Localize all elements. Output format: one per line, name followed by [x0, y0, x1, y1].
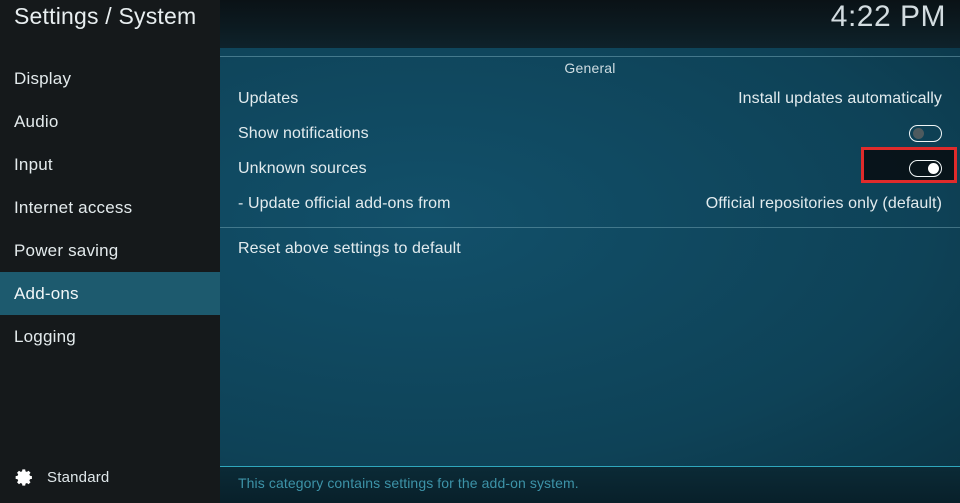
category-description: This category contains settings for the …	[238, 475, 579, 491]
setting-value: Install updates automatically	[738, 89, 942, 107]
sidebar-item-label: Logging	[14, 326, 76, 346]
sidebar-item-display[interactable]: Display	[0, 57, 220, 100]
setting-value: Official repositories only (default)	[705, 194, 942, 212]
kodi-settings-window: Settings / System 4:22 PM Display Audio …	[0, 0, 960, 503]
setting-label: Unknown sources	[238, 159, 367, 177]
settings-group-divider	[220, 227, 960, 228]
settings-rows: Updates Install updates automatically Sh…	[220, 81, 960, 266]
sidebar-item-label: Add-ons	[14, 283, 79, 303]
sidebar-item-label: Display	[14, 68, 72, 88]
toggle-knob	[912, 127, 924, 139]
sidebar-item-internet-access[interactable]: Internet access	[0, 186, 220, 229]
gear-icon	[15, 468, 32, 486]
setting-row-updates[interactable]: Updates Install updates automatically	[220, 81, 960, 116]
breadcrumb-title: Settings / System	[14, 3, 197, 29]
panel-top-divider	[220, 56, 960, 57]
setting-row-reset-to-default[interactable]: Reset above settings to default	[220, 231, 960, 266]
setting-label: Reset above settings to default	[238, 239, 461, 257]
unknown-sources-toggle-wrap	[861, 147, 957, 183]
sidebar-item-logging[interactable]: Logging	[0, 315, 220, 358]
setting-label: Show notifications	[238, 124, 369, 142]
setting-row-unknown-sources[interactable]: Unknown sources	[220, 147, 960, 186]
clock: 4:22 PM	[830, 0, 946, 33]
settings-level-label: Standard	[47, 468, 110, 486]
settings-main-panel: General Updates Install updates automati…	[220, 48, 960, 503]
setting-label: Updates	[238, 89, 299, 107]
sidebar-item-label: Audio	[14, 111, 59, 131]
toggle-knob	[927, 162, 939, 174]
window-header: Settings / System 4:22 PM	[0, 0, 960, 48]
sidebar-item-label: Internet access	[14, 197, 133, 217]
setting-label: - Update official add-ons from	[238, 194, 451, 212]
show-notifications-toggle[interactable]	[909, 125, 942, 142]
description-divider	[220, 466, 960, 467]
sidebar-item-list: Display Audio Input Internet access Powe…	[0, 57, 220, 358]
sidebar-item-power-saving[interactable]: Power saving	[0, 229, 220, 272]
sidebar-item-label: Power saving	[14, 240, 119, 260]
setting-row-update-official-addons-from[interactable]: - Update official add-ons from Official …	[220, 186, 960, 221]
sidebar-item-add-ons[interactable]: Add-ons	[0, 272, 220, 315]
category-sidebar: Display Audio Input Internet access Powe…	[0, 48, 220, 503]
setting-row-show-notifications[interactable]: Show notifications	[220, 116, 960, 151]
sidebar-item-audio[interactable]: Audio	[0, 100, 220, 143]
unknown-sources-toggle[interactable]	[909, 160, 942, 177]
settings-group-title: General	[564, 60, 616, 76]
settings-level-button[interactable]: Standard	[0, 451, 220, 503]
sidebar-item-label: Input	[14, 154, 53, 174]
sidebar-item-input[interactable]: Input	[0, 143, 220, 186]
